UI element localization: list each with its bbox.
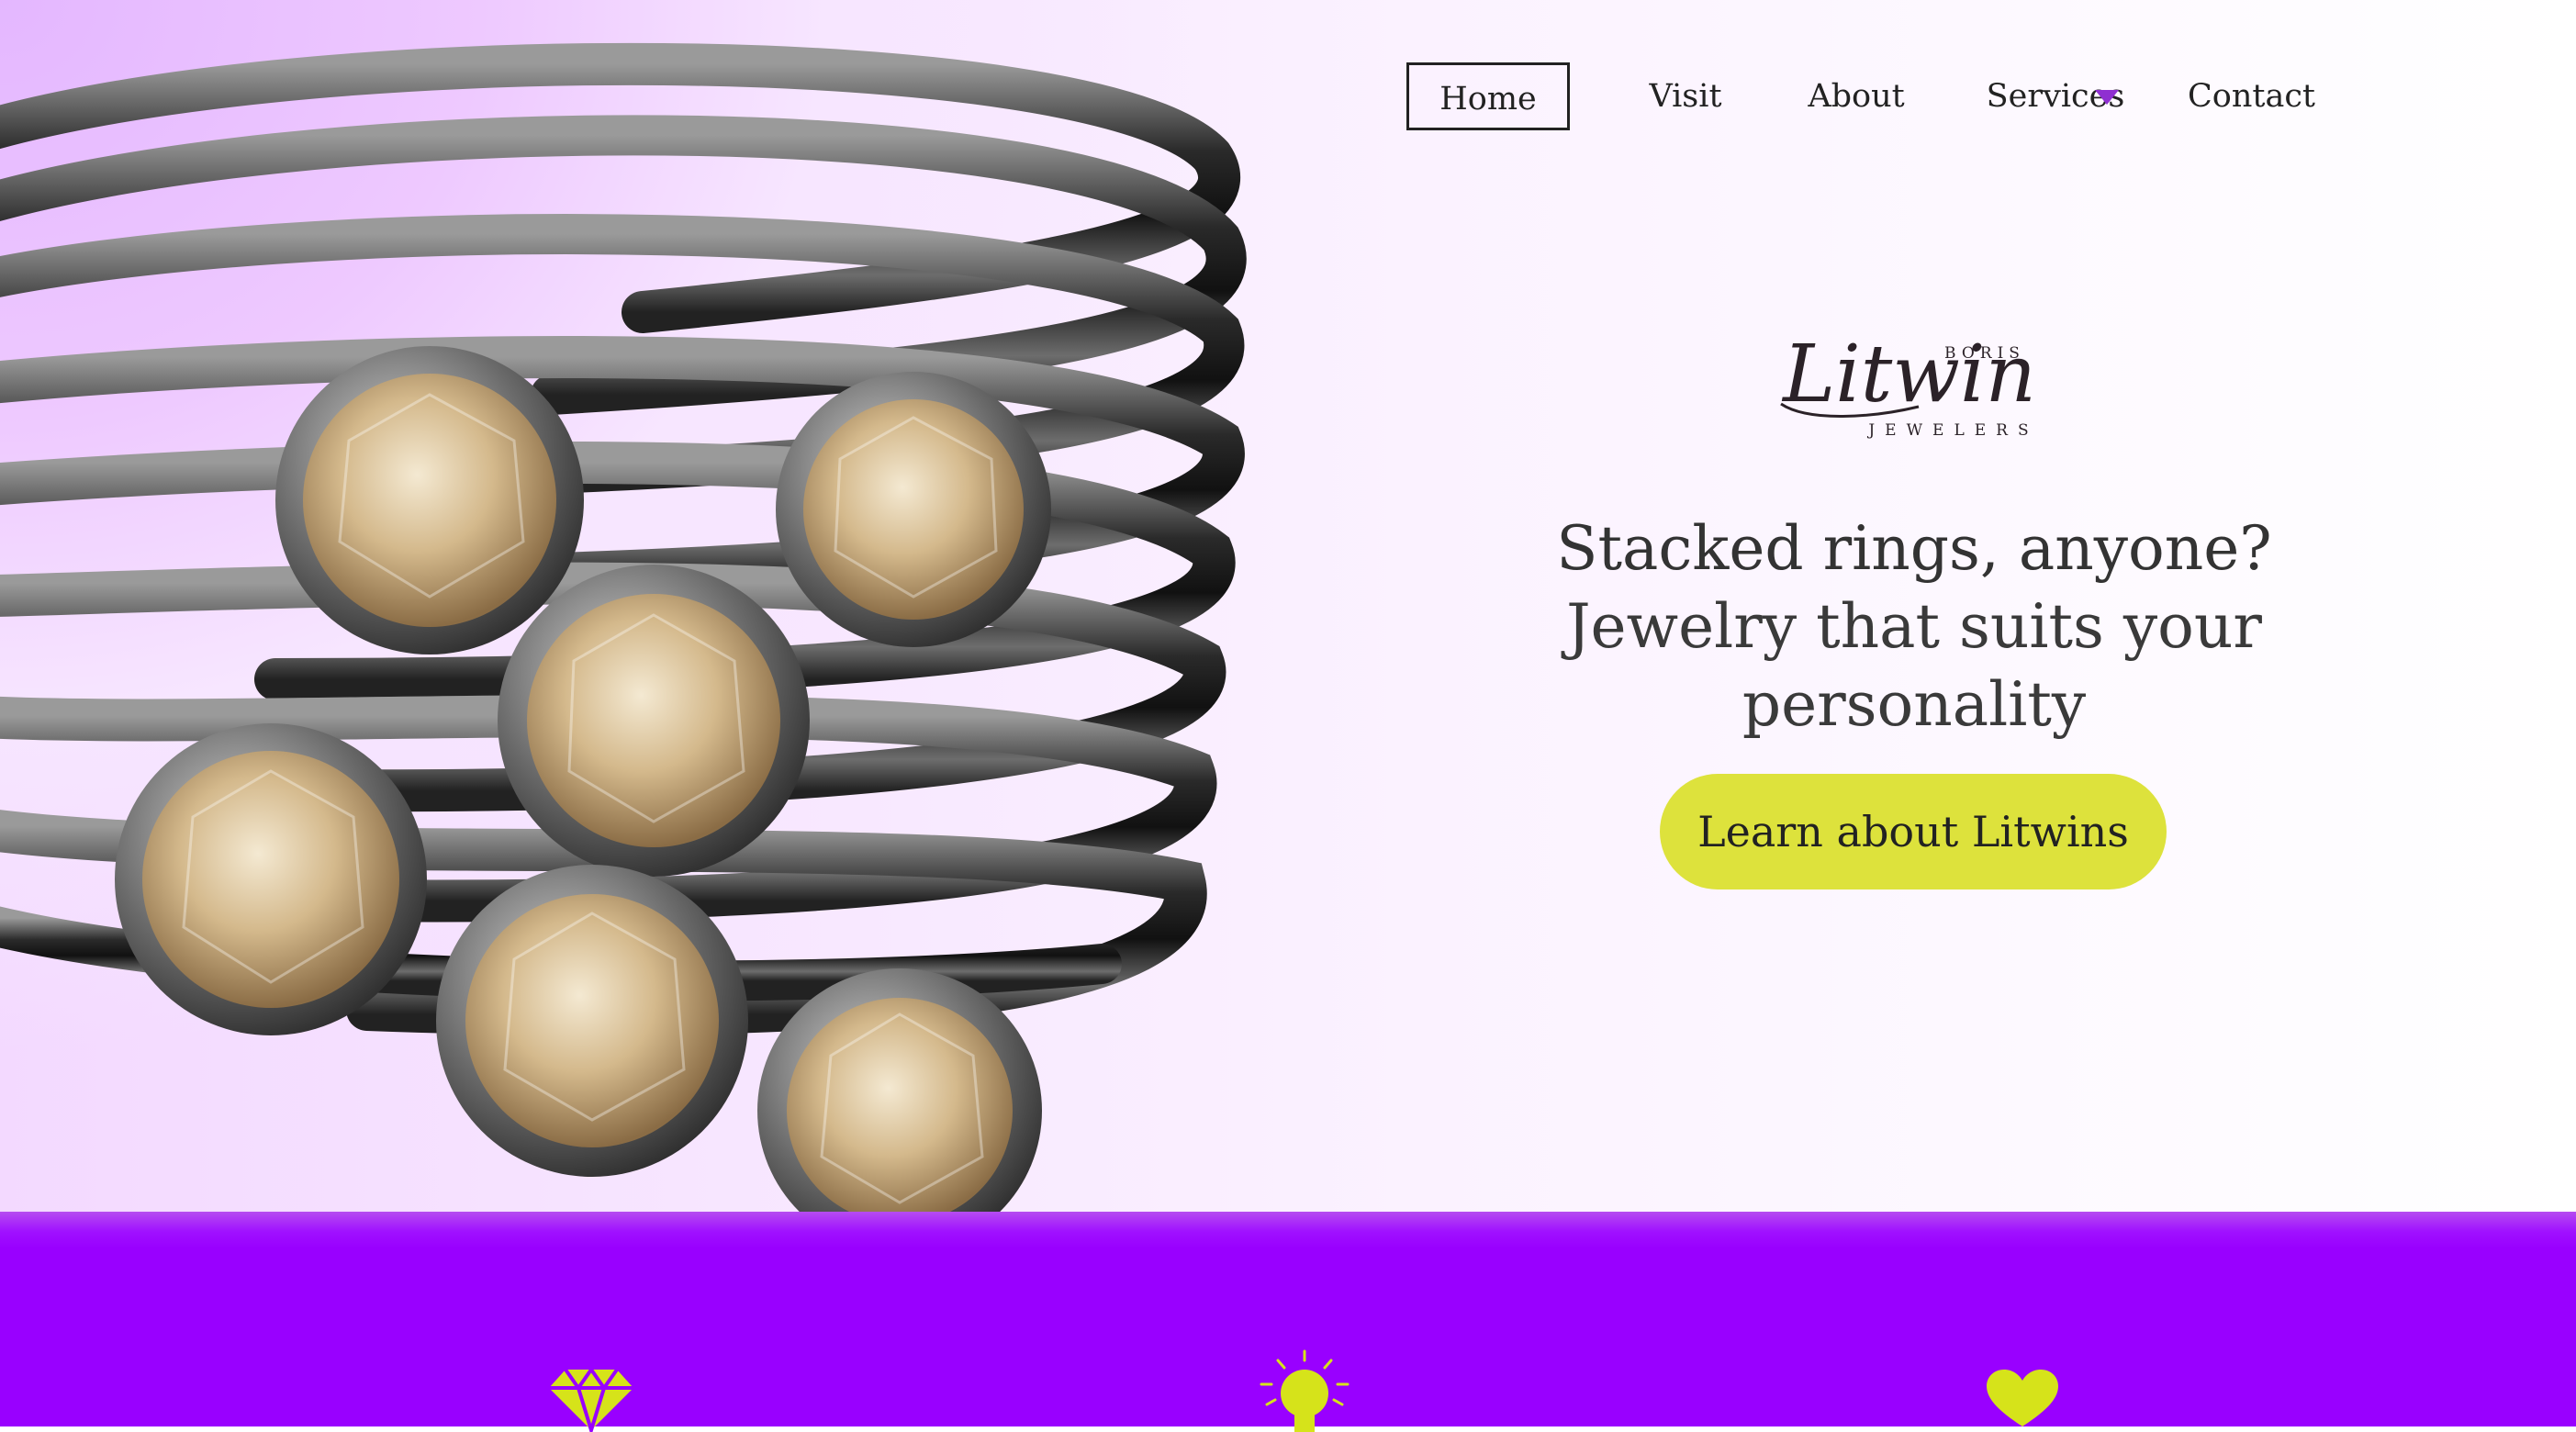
nav-visit[interactable]: Visit [1607,62,1764,130]
lightbulb-icon [1260,1349,1350,1432]
nav-services[interactable]: Services [1954,62,2157,130]
nav-home[interactable]: Home [1406,62,1570,130]
litwin-logo[interactable]: BORIS Litwin JEWELERS [1772,298,2056,445]
logo-script-text: Litwin [1781,329,2036,420]
features-band [0,1212,2576,1432]
diamond-icon [549,1368,633,1432]
learn-about-button[interactable]: Learn about Litwins [1660,774,2167,889]
nav-about[interactable]: About [1769,62,1943,130]
headline-line-2: Jewelry that suits your personality [1566,591,2262,740]
hero-section: Home Visit About Services Contact BORIS … [0,0,2576,1212]
stacked-rings-image [0,42,1247,1212]
logo-bottom-text: JEWELERS [1866,421,2038,440]
headline-line-1: Stacked rings, anyone? [1556,513,2272,584]
hero-headline: Stacked rings, anyone? Jewelry that suit… [1506,509,2323,744]
heart-icon [1987,1370,2058,1426]
nav-contact[interactable]: Contact [2153,62,2350,130]
chevron-down-icon[interactable] [2095,90,2119,105]
